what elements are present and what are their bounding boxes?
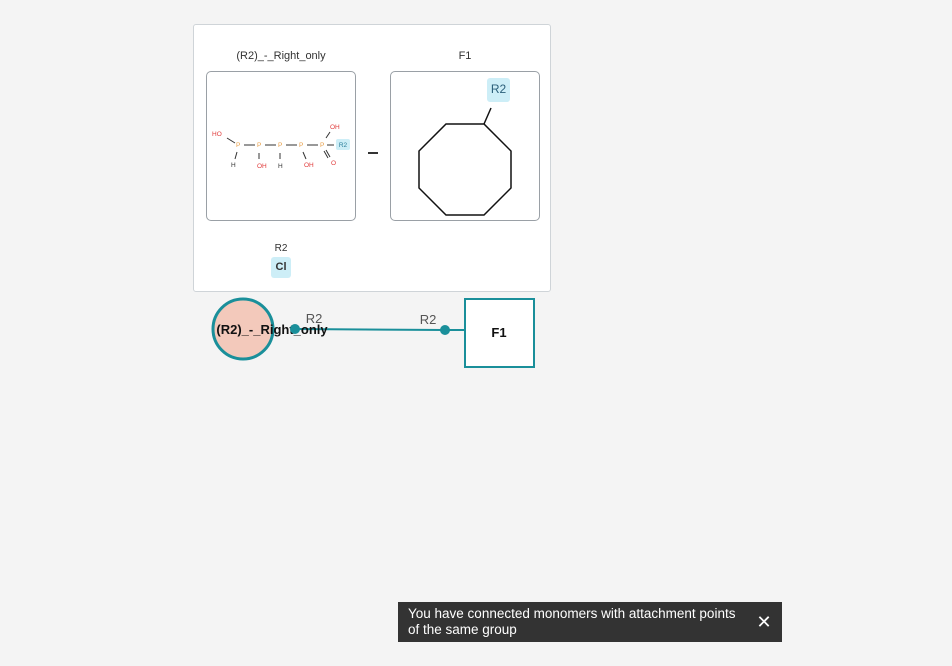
editor-canvas[interactable]: (R2)_-_Right_only R2 R2 F1 [0, 0, 952, 666]
left-attachment-point[interactable] [290, 324, 300, 334]
toast-message: You have connected monomers with attachm… [408, 606, 736, 637]
right-attachment-label: R2 [420, 312, 437, 327]
right-attachment-point[interactable] [440, 325, 450, 335]
close-icon[interactable]: ✕ [754, 612, 774, 632]
left-attachment-label: R2 [306, 311, 323, 326]
notification-toast: You have connected monomers with attachm… [398, 602, 782, 642]
right-monomer-node-label: F1 [491, 325, 506, 340]
